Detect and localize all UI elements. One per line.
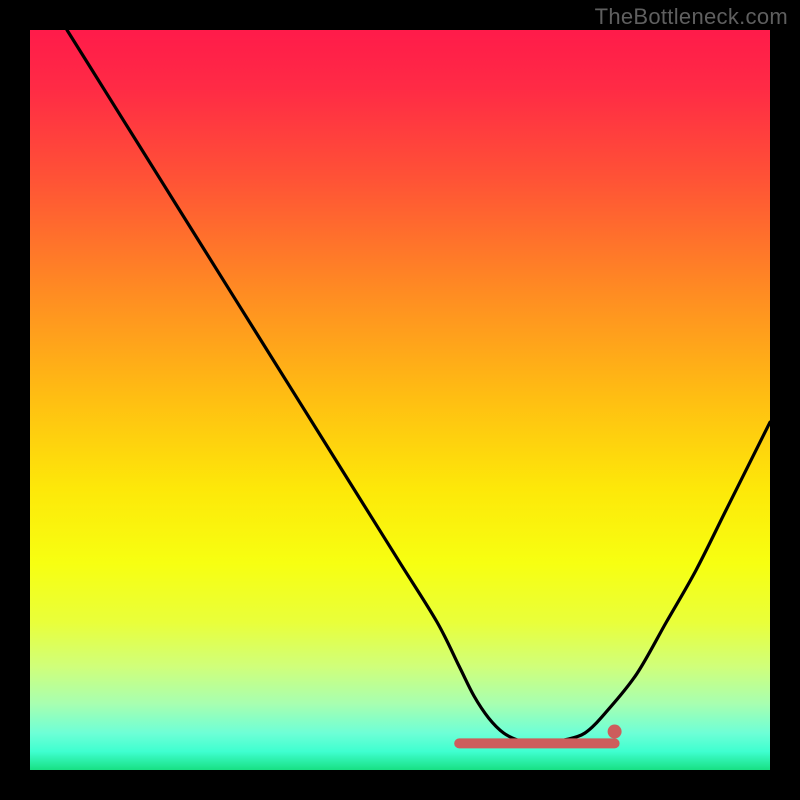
plot-area xyxy=(30,30,770,770)
chart-frame: TheBottleneck.com xyxy=(0,0,800,800)
chart-svg xyxy=(30,30,770,770)
watermark-text: TheBottleneck.com xyxy=(595,4,788,30)
optimal-end-marker xyxy=(608,725,622,739)
plot-inner xyxy=(30,30,770,770)
gradient-background xyxy=(30,30,770,770)
